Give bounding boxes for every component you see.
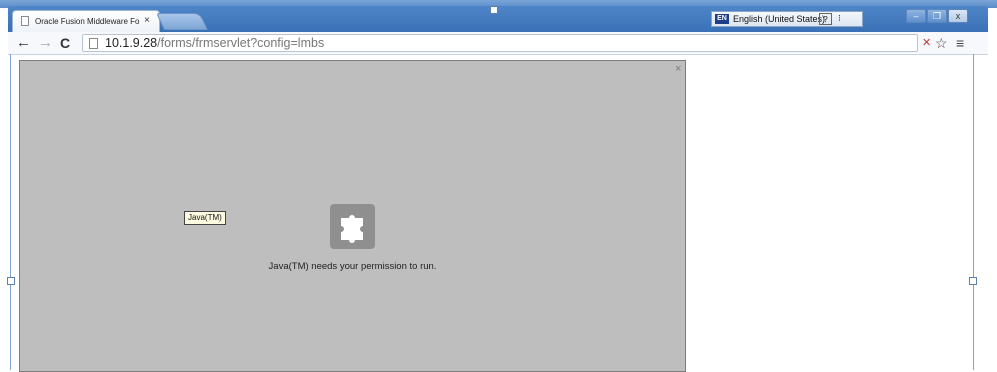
language-label: English (United States) xyxy=(733,14,826,24)
tab-close-icon[interactable]: × xyxy=(144,15,150,26)
page-icon xyxy=(89,38,98,49)
browser-toolbar: ← → C 10.1.9.28/forms/frmservlet?config=… xyxy=(8,32,988,55)
url-path: /forms/frmservlet?config=lmbs xyxy=(157,36,325,50)
frame-border-right xyxy=(973,54,974,370)
plugin-tooltip: Java(TM) xyxy=(184,211,226,225)
minimize-button[interactable]: – xyxy=(906,9,926,23)
puzzle-piece-icon[interactable] xyxy=(330,204,375,249)
close-window-button[interactable]: x xyxy=(948,9,968,23)
reload-icon[interactable]: C xyxy=(60,34,70,52)
browser-tab[interactable]: Oracle Fusion Middleware Fo × xyxy=(12,10,160,32)
resize-handle-right[interactable] xyxy=(969,277,977,285)
plugin-permission-message: Java(TM) needs your permission to run. xyxy=(268,261,437,272)
blocked-plugin-icon[interactable]: ✕ xyxy=(922,34,931,52)
address-url: 10.1.9.28/forms/frmservlet?config=lmbs xyxy=(105,36,324,50)
help-icon[interactable]: ? xyxy=(819,13,832,25)
new-tab-button[interactable] xyxy=(156,13,208,30)
frame-border-left xyxy=(10,54,11,370)
back-icon[interactable]: ← xyxy=(16,34,31,52)
tab-title: Oracle Fusion Middleware Fo xyxy=(35,17,140,26)
resize-handle-top[interactable] xyxy=(490,6,498,14)
language-badge: EN xyxy=(715,14,729,24)
plugin-close-icon[interactable]: × xyxy=(675,63,681,75)
language-options-icon[interactable]: ⁝ xyxy=(838,13,841,24)
menu-icon[interactable]: ≡ xyxy=(956,34,964,52)
language-bar[interactable]: EN English (United States) ? ⁝ xyxy=(711,11,863,27)
forward-icon[interactable]: → xyxy=(38,34,53,52)
blocked-plugin-area[interactable]: × Java(TM) Java(TM) needs your permissio… xyxy=(19,60,686,372)
page-icon xyxy=(21,16,29,26)
address-bar[interactable]: 10.1.9.28/forms/frmservlet?config=lmbs xyxy=(82,34,918,52)
bookmark-star-icon[interactable]: ☆ xyxy=(935,34,948,52)
resize-handle-left[interactable] xyxy=(7,277,15,285)
restore-button[interactable]: ❐ xyxy=(927,9,947,23)
url-host: 10.1.9.28 xyxy=(105,36,158,50)
